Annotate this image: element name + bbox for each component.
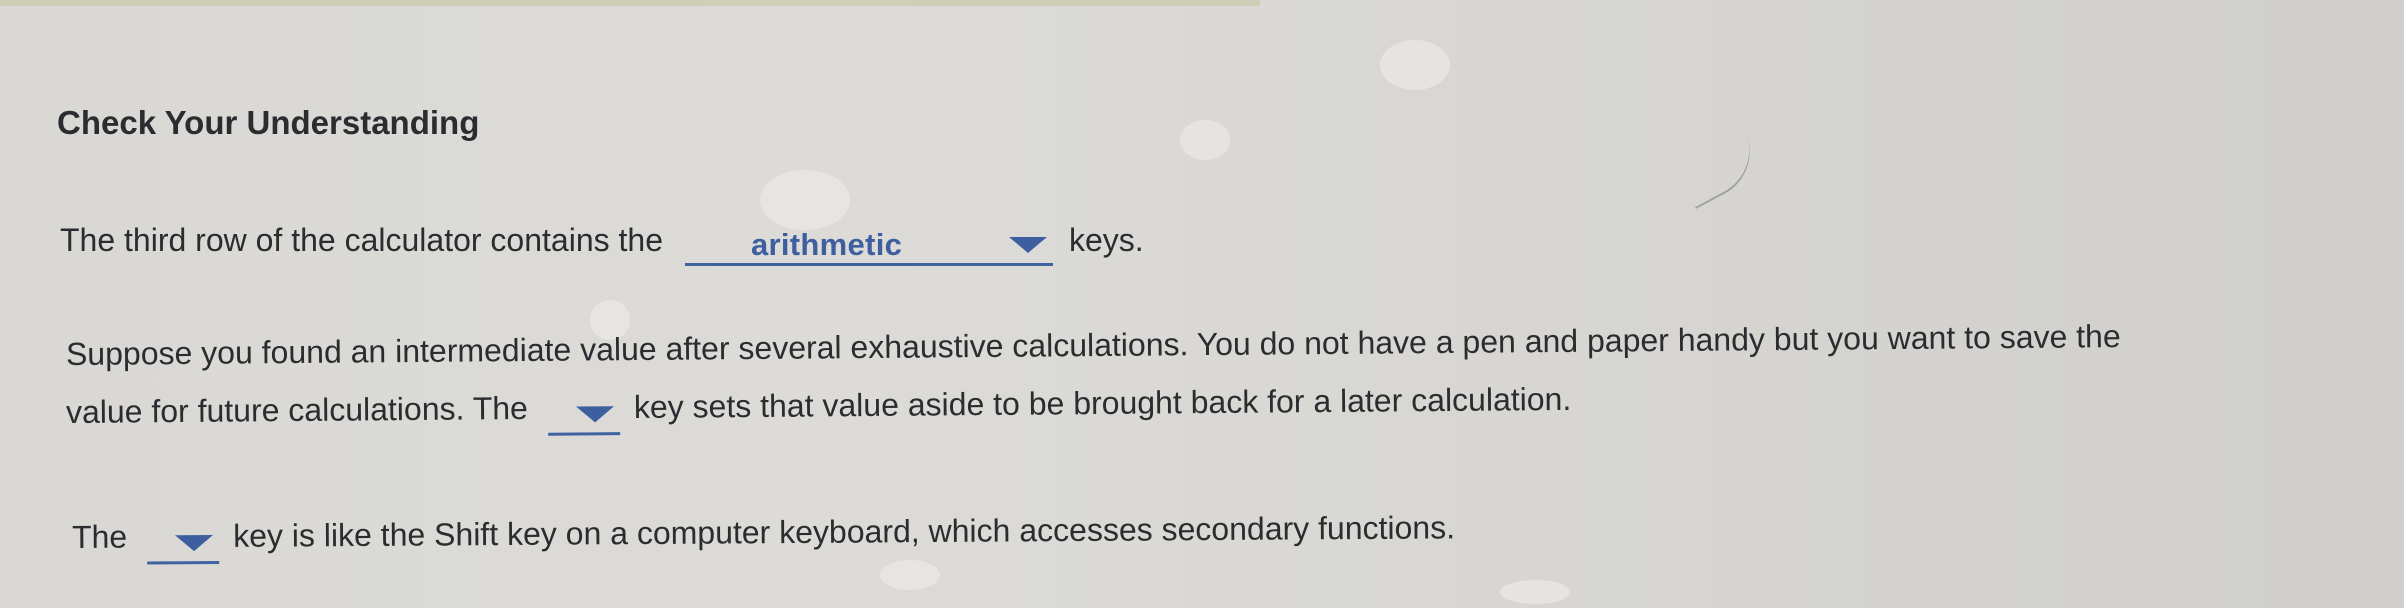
question-2-text-after: key sets that value aside to be brought … (633, 380, 1572, 425)
question-3-dropdown[interactable] (147, 523, 220, 565)
question-3: The key is like the Shift key on a compu… (71, 507, 1456, 565)
question-2-line-1: Suppose you found an intermediate value … (66, 318, 2121, 373)
texture-speck (1380, 40, 1450, 90)
question-1-text-before: The third row of the calculator contains… (60, 221, 663, 258)
top-border-strip (0, 0, 1260, 6)
chevron-down-icon (575, 405, 614, 423)
question-2-text-line-1: Suppose you found an intermediate value … (65, 318, 2121, 372)
texture-speck (1500, 580, 1570, 604)
page-title: Check Your Understanding (57, 104, 480, 141)
question-2-line-2: value for future calculations. The key s… (65, 379, 1572, 436)
texture-speck (880, 560, 940, 590)
chevron-down-icon (1008, 236, 1047, 253)
chevron-down-icon (175, 534, 214, 551)
question-1-dropdown-value: arithmetic (750, 226, 903, 262)
question-3-text-after: key is like the Shift key on a computer … (233, 508, 1456, 554)
paper-scratch-mark (1673, 129, 1767, 209)
texture-speck (1180, 120, 1230, 160)
question-1-text-after: keys. (1068, 221, 1144, 258)
question-1: The third row of the calculator contains… (60, 220, 1144, 266)
question-1-dropdown[interactable]: arithmetic (684, 226, 1053, 266)
question-2-dropdown[interactable] (547, 395, 621, 436)
question-2-text-before: value for future calculations. The (65, 389, 529, 430)
question-3-text-before: The (71, 518, 128, 555)
